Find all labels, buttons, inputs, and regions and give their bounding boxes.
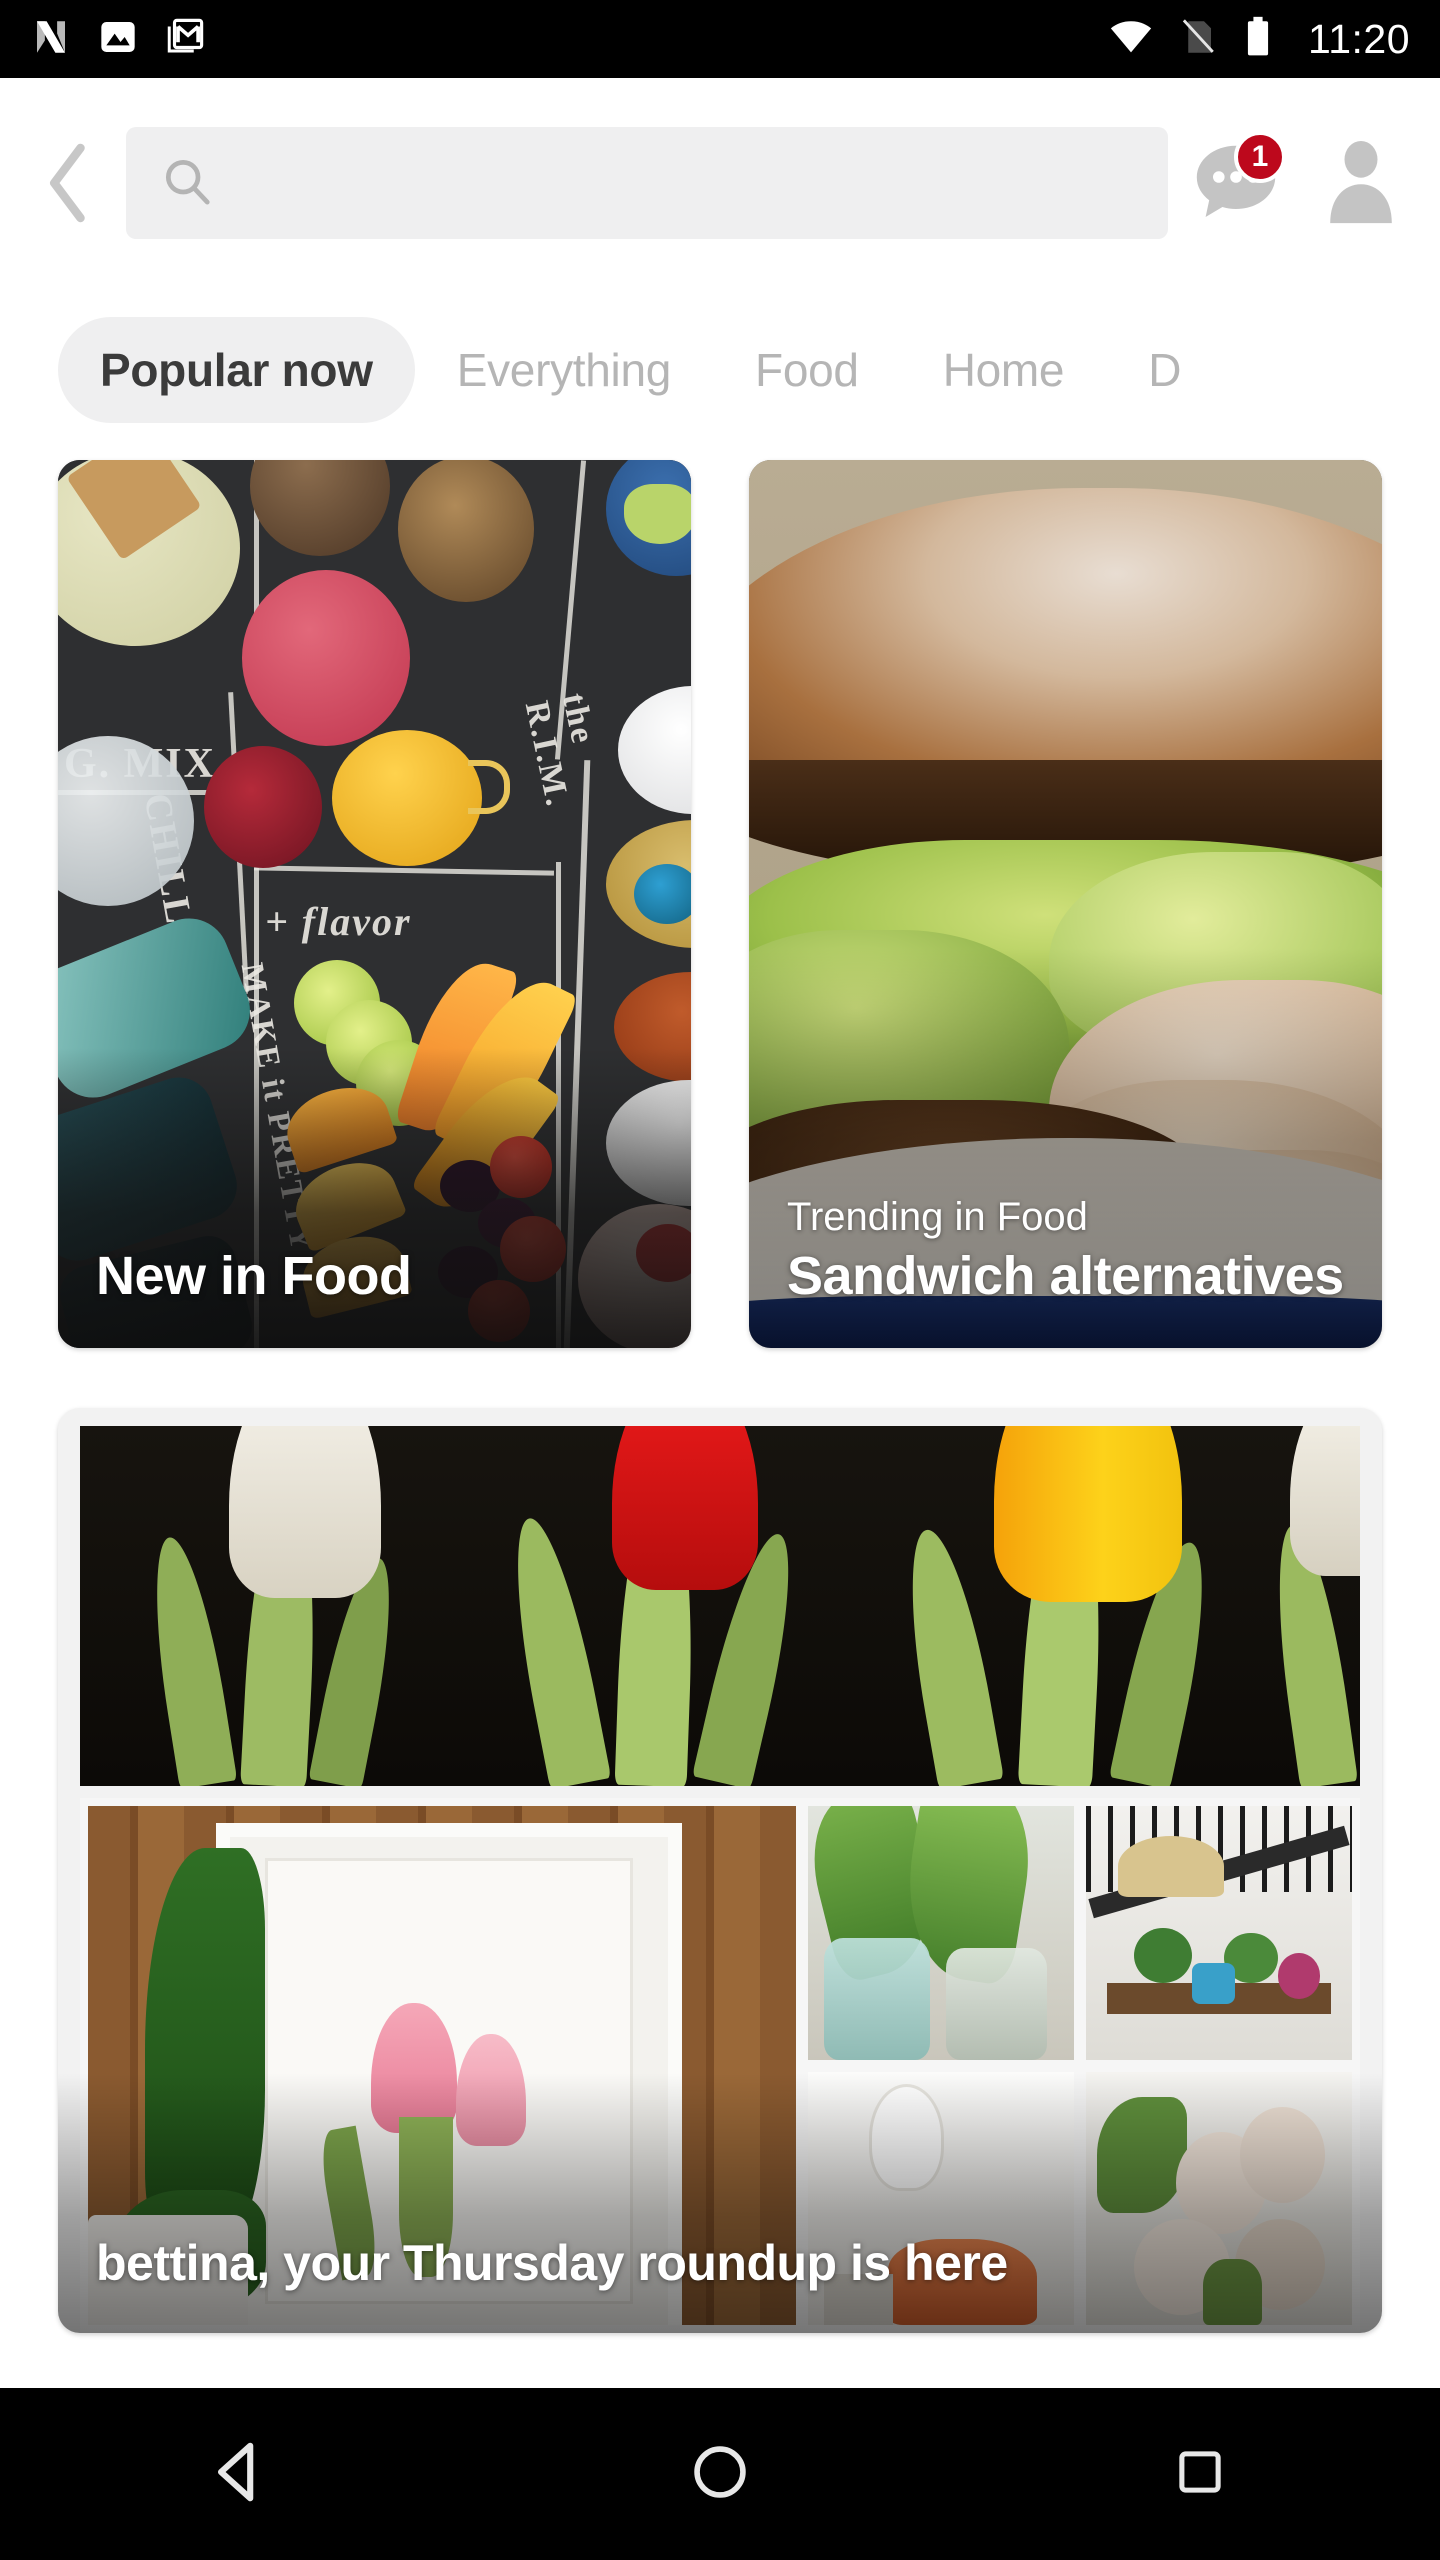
tab-food[interactable]: Food [713,317,901,423]
avatar-icon [1317,135,1405,232]
feed-row-top: G. MIX CHILL + flavor MAKE it PRETTY the… [0,460,1440,1348]
status-bar-left-icons [30,16,206,63]
back-button[interactable] [14,128,122,238]
feed: G. MIX CHILL + flavor MAKE it PRETTY the… [0,460,1440,2333]
screenshot-image-icon [98,17,138,62]
card-title: bettina, your Thursday roundup is here [96,2235,1008,2291]
status-bar-clock: 11:20 [1307,15,1410,62]
square-recents-icon [1171,2443,1229,2506]
circle-home-icon [688,2440,752,2509]
messages-badge: 1 [1234,131,1286,183]
card-text-overlay: bettina, your Thursday roundup is here [58,2235,1382,2333]
nav-back-button[interactable] [160,2414,320,2534]
card-image-tulips [80,1426,1360,1786]
wifi-icon [1108,14,1154,65]
tab-popular-now[interactable]: Popular now [58,317,415,423]
collage-tile-staircase-decor [1085,1806,1353,2060]
category-tab-strip[interactable]: Popular now Everything Food Home D [0,300,1440,440]
triangle-back-icon [205,2437,275,2512]
card-thursday-roundup[interactable]: bettina, your Thursday roundup is here [58,1408,1382,2333]
card-text-overlay: Trending in Food Sandwich alternatives [749,1192,1382,1348]
status-bar: 11:20 [0,0,1440,78]
android-n-icon [30,16,72,63]
card-text-overlay: New in Food [58,1246,691,1348]
card-title: New in Food [96,1245,412,1306]
messages-button[interactable]: 1 [1176,123,1296,243]
card-new-in-food[interactable]: G. MIX CHILL + flavor MAKE it PRETTY the… [58,460,691,1348]
app-screen: 11:20 1 Popular now Everything Food Home… [0,0,1440,2560]
no-sim-icon [1176,16,1218,63]
tab-home[interactable]: Home [901,317,1107,423]
card-image-chalkboard: G. MIX CHILL + flavor MAKE it PRETTY the… [58,460,691,1348]
card-title: Sandwich alternatives [787,1245,1344,1306]
tab-everything[interactable]: Everything [415,317,713,423]
tab-more[interactable]: D [1106,317,1223,423]
feed-row-wide: bettina, your Thursday roundup is here [0,1348,1440,2333]
android-navigation-bar [0,2388,1440,2560]
status-bar-right-icons: 11:20 [1108,14,1410,65]
search-input[interactable] [236,160,1134,206]
search-bar[interactable] [126,127,1168,239]
search-icon [160,154,214,213]
nav-recents-button[interactable] [1120,2414,1280,2534]
card-sandwich-alternatives[interactable]: Trending in Food Sandwich alternatives [749,460,1382,1348]
profile-avatar-button[interactable] [1296,123,1426,243]
card-eyebrow: Trending in Food [787,1194,1088,1239]
collage-tile-vases-with-greens [807,1806,1074,2060]
battery-full-icon [1240,15,1276,64]
gmail-icon [164,16,206,63]
collage-row-top [807,1806,1353,2060]
app-bar: 1 [0,78,1440,288]
nav-home-button[interactable] [640,2414,800,2534]
